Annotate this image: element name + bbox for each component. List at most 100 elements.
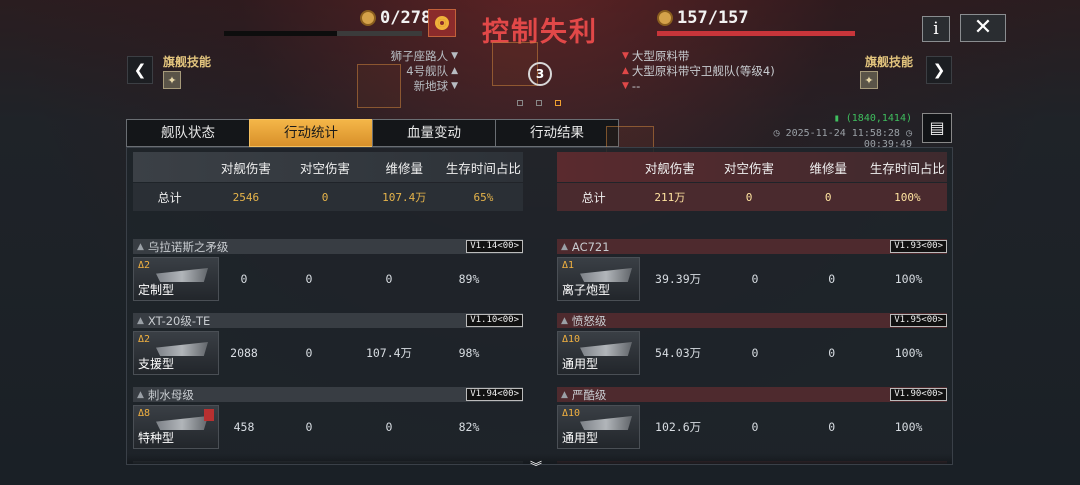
left-info-player: 狮子座路人 [390,49,449,63]
ship-header: ▲ XT-20级-TE V1.10<00> [133,313,523,328]
stats-panel: 对舰伤害 对空伤害 维修量 生存时间占比 总计 2546 0 107.4万 65… [126,147,953,465]
ship-group[interactable]: ▲ 刺水母级 V1.94<00> Δ8 特种型 458 0 0 82% [133,387,523,450]
tab-hp-changes[interactable]: 血量变动 [372,119,496,147]
left-progress-bar [224,31,422,36]
column-header: 对舰伤害 对空伤害 维修量 生存时间占比 [557,152,947,182]
total-cell: 0 [824,190,832,204]
total-cell: 65% [473,190,494,204]
ship-class-icon: ▲ [137,315,144,326]
ship-name: AC721 [571,239,610,254]
info-button[interactable]: i [922,16,950,42]
ship-card[interactable]: Δ2 定制型 [133,257,219,301]
ship-row: Δ1 离子炮型 39.39万 0 0 100% [557,256,947,302]
left-progress-fill [224,31,337,36]
flagship-skill-icon-right[interactable]: ✦ [860,71,878,89]
column-repair: 维修量 [809,160,847,176]
scroll-down-icon[interactable]: ︾ [530,458,542,475]
ship-class-icon: ▲ [137,389,144,400]
close-button[interactable]: ✕ [960,14,1006,42]
coin-icon [657,10,673,26]
battle-meta: ▮ (1840,1414) ◷ 2025-11-24 11:58:28 ◷ 00… [762,113,912,150]
page-dot[interactable] [517,100,523,106]
ship-image [156,342,208,356]
column-survival: 生存时间占比 [445,160,521,176]
left-fleet-info: 狮子座路人 ▼ 4号舰队 ▲ 新地球 ▼ [376,49,458,94]
prev-button[interactable]: ❮ [127,56,153,84]
page-dot[interactable] [536,100,542,106]
chevron-down-icon: ▼ [622,81,629,91]
column-air-damage: 对空伤害 [300,160,351,176]
ship-name: 刺水母级 [147,387,194,402]
ship-image [156,416,208,430]
stat-cell: 0 [305,272,313,286]
tab-bar: 舰队状态 行动统计 血量变动 行动结果 [126,119,619,147]
page-dot-active[interactable] [555,100,561,106]
ship-group[interactable]: ▲ 愤怒级 V1.95<00> Δ10 通用型 54.03万 0 0 100% [557,313,947,376]
top-bar: 0/278 控制失利 157/157 i ✕ ❮ 旗舰技能 ✦ ❯ 旗舰技能 ✦… [0,0,1080,110]
stat-cell: 100% [894,346,923,360]
flagship-skill-icon-left[interactable]: ✦ [163,71,181,89]
stat-cell: 102.6万 [655,420,702,434]
ship-group[interactable]: ▲ AC721 V1.93<00> Δ1 离子炮型 39.39万 0 0 100% [557,239,947,302]
ship-class-icon: ▲ [561,315,568,326]
ship-card[interactable]: Δ10 通用型 [557,331,640,375]
stat-cell: 2088 [230,346,258,360]
left-info-planet: 新地球 [413,79,449,93]
stat-cell: 89% [458,272,480,286]
right-resource: 157/157 [657,8,749,28]
total-row: 总计 211万 0 0 100% [557,183,947,211]
ship-image [580,342,632,356]
report-button[interactable]: ▤ [922,113,952,143]
ship-name: XT-20级-TE [147,313,211,328]
ship-type: 特种型 [138,431,175,445]
right-resource-value: 157/157 [677,8,749,28]
ship-card[interactable]: Δ8 特种型 [133,405,219,449]
left-info-fleet: 4号舰队 [406,64,449,78]
ship-level: Δ1 [562,260,575,271]
ship-level: Δ2 [138,334,151,345]
right-info-zone: 大型原料带 [631,49,690,63]
ship-card[interactable]: Δ10 通用型 [557,405,640,449]
total-cell: 2546 [232,190,260,204]
ship-group[interactable]: ▲ XT-20级-TE V1.10<00> Δ2 支援型 2088 0 107.4… [133,313,523,376]
ship-class-icon: ▲ [561,241,568,252]
target-button[interactable] [428,9,456,37]
page-indicator [517,100,561,106]
right-info-fleet: 大型原料带守卫舰队(等级4) [631,64,775,78]
chevron-down-icon: ▼ [622,51,629,61]
total-cell: 0 [745,190,753,204]
stat-cell: 0 [751,420,759,434]
tab-fleet-status[interactable]: 舰队状态 [126,119,250,147]
ship-type: 支援型 [138,357,175,371]
tab-action-result[interactable]: 行动结果 [495,119,619,147]
ship-row: Δ8 特种型 458 0 0 82% [133,404,523,450]
total-cell: 107.4万 [382,191,427,204]
tab-action-stats[interactable]: 行动统计 [249,119,373,147]
stat-cell: 82% [458,420,480,434]
ship-group[interactable]: ▲ 乌拉诺斯之矛级 V1.14<00> Δ2 定制型 0 0 0 89% [133,239,523,302]
next-button[interactable]: ❯ [926,56,952,84]
ship-group[interactable]: ▲ 严酷级 V1.90<00> Δ10 通用型 102.6万 0 0 100% [557,387,947,450]
ship-image [580,268,632,282]
ship-image [156,268,208,282]
ship-header: ▲ 刺水母级 V1.94<00> [133,387,523,402]
ship-type: 通用型 [562,357,599,371]
ship-version: V1.93<00> [890,240,947,253]
stat-cell: 0 [828,272,836,286]
ship-class-icon: ▲ [137,241,144,252]
coordinates: ▮ (1840,1414) [833,113,912,124]
ship-card[interactable]: Δ1 离子炮型 [557,257,640,301]
page-title: 控制失利 [482,17,598,48]
ship-type: 通用型 [562,431,599,445]
total-cell: 0 [321,190,329,204]
ship-card[interactable]: Δ2 支援型 [133,331,219,375]
chevron-down-icon: ▼ [451,81,458,91]
stat-cell: 98% [458,346,480,360]
ship-name: 愤怒级 [571,313,607,328]
stat-cell: 0 [828,346,836,360]
total-label: 总计 [157,190,182,205]
ship-image [580,416,632,430]
ship-row: Δ2 定制型 0 0 0 89% [133,256,523,302]
ship-row: Δ10 通用型 54.03万 0 0 100% [557,330,947,376]
ship-version: V1.90<00> [890,388,947,401]
